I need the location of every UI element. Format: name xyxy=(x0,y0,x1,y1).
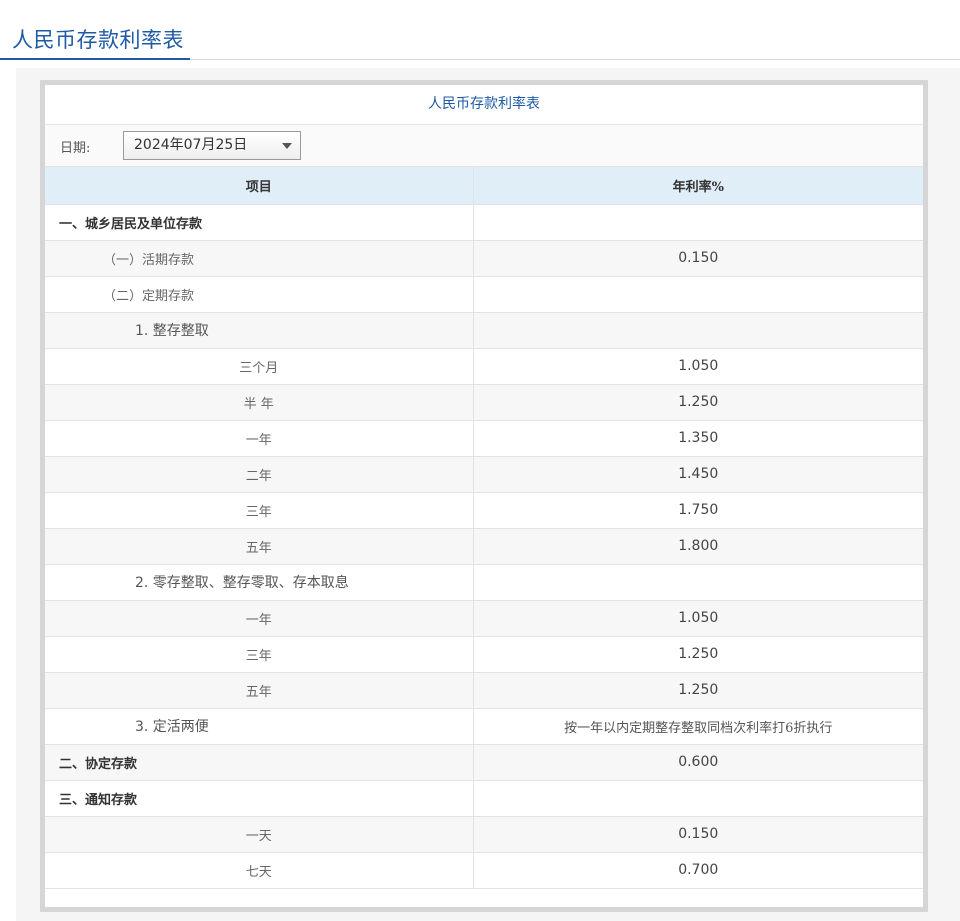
date-select[interactable]: 2024年07月25日 xyxy=(123,131,301,160)
row-label: 一年 xyxy=(45,600,474,637)
table-row: 2. 零存整取、整存零取、存本取息 xyxy=(45,564,923,601)
row-rate xyxy=(473,564,923,601)
table-row: 七天 0.700 xyxy=(45,852,923,889)
table-row: 二、协定存款 0.600 xyxy=(45,744,923,781)
row-label: 五年 xyxy=(45,528,474,565)
content-area: 人民币存款利率表 日期: 2024年07月25日 项目 年利率% 一、城乡居民及… xyxy=(16,68,960,921)
row-rate: 1.350 xyxy=(473,420,923,457)
table-row: 一天 0.150 xyxy=(45,816,923,853)
table-caption: 人民币存款利率表 xyxy=(45,85,923,125)
row-label: （一）活期存款 xyxy=(45,240,474,277)
row-label: 一、城乡居民及单位存款 xyxy=(45,204,474,241)
row-rate: 0.150 xyxy=(473,816,923,853)
date-select-value: 2024年07月25日 xyxy=(134,137,248,153)
row-rate: 0.600 xyxy=(473,744,923,781)
table-row: 五年 1.250 xyxy=(45,672,923,709)
page-title: 人民币存款利率表 xyxy=(12,28,184,52)
row-rate: 1.450 xyxy=(473,456,923,493)
chevron-down-icon xyxy=(282,143,292,149)
table-row: 三年 1.750 xyxy=(45,492,923,529)
row-rate: 1.800 xyxy=(473,528,923,565)
table-row: 三个月 1.050 xyxy=(45,348,923,385)
rate-table: 项目 年利率% 一、城乡居民及单位存款 （一）活期存款 0.150 （二）定期存款 1.… xyxy=(45,167,923,889)
header-item: 项目 xyxy=(45,167,474,205)
table-row: （二）定期存款 xyxy=(45,276,923,313)
date-bar: 日期: 2024年07月25日 xyxy=(45,125,923,167)
row-label: 五年 xyxy=(45,672,474,709)
row-rate: 按一年以内定期整存整取同档次利率打6折执行 xyxy=(473,708,923,745)
table-row: 半 年 1.250 xyxy=(45,384,923,421)
row-rate: 0.700 xyxy=(473,852,923,889)
rate-table-panel: 人民币存款利率表 日期: 2024年07月25日 项目 年利率% 一、城乡居民及… xyxy=(45,85,923,907)
row-label: 一天 xyxy=(45,816,474,853)
row-rate: 1.750 xyxy=(473,492,923,529)
row-rate xyxy=(473,312,923,349)
row-label: 3. 定活两便 xyxy=(45,708,474,745)
row-label: 七天 xyxy=(45,852,474,889)
row-rate: 1.050 xyxy=(473,600,923,637)
row-rate: 1.250 xyxy=(473,672,923,709)
date-label: 日期: xyxy=(60,141,91,156)
table-body: 一、城乡居民及单位存款 （一）活期存款 0.150 （二）定期存款 1. 整存整取 三个月… xyxy=(45,204,923,889)
row-label: 三年 xyxy=(45,636,474,673)
table-row: 一、城乡居民及单位存款 xyxy=(45,204,923,241)
row-label: 一年 xyxy=(45,420,474,457)
table-row: 1. 整存整取 xyxy=(45,312,923,349)
table-row: 五年 1.800 xyxy=(45,528,923,565)
row-label: 三、通知存款 xyxy=(45,780,474,817)
table-row: 三年 1.250 xyxy=(45,636,923,673)
row-rate: 1.250 xyxy=(473,384,923,421)
table-row: 一年 1.050 xyxy=(45,600,923,637)
table-row: 三、通知存款 xyxy=(45,780,923,817)
table-row: 二年 1.450 xyxy=(45,456,923,493)
table-row: 3. 定活两便 按一年以内定期整存整取同档次利率打6折执行 xyxy=(45,708,923,745)
row-rate xyxy=(473,204,923,241)
page-header: 人民币存款利率表 xyxy=(0,0,960,60)
row-rate xyxy=(473,780,923,817)
row-label: 三个月 xyxy=(45,348,474,385)
header-rate: 年利率% xyxy=(473,167,923,205)
row-rate: 0.150 xyxy=(473,240,923,277)
row-label: （二）定期存款 xyxy=(45,276,474,313)
row-label: 二、协定存款 xyxy=(45,744,474,781)
row-rate xyxy=(473,276,923,313)
row-label: 二年 xyxy=(45,456,474,493)
title-underline xyxy=(0,58,190,60)
table-header-row: 项目 年利率% xyxy=(45,167,923,205)
table-frame: 人民币存款利率表 日期: 2024年07月25日 项目 年利率% 一、城乡居民及… xyxy=(40,80,928,912)
row-label: 半 年 xyxy=(45,384,474,421)
table-row: 一年 1.350 xyxy=(45,420,923,457)
row-rate: 1.050 xyxy=(473,348,923,385)
row-label: 2. 零存整取、整存零取、存本取息 xyxy=(45,564,474,601)
row-label: 三年 xyxy=(45,492,474,529)
row-label: 1. 整存整取 xyxy=(45,312,474,349)
table-row: （一）活期存款 0.150 xyxy=(45,240,923,277)
row-rate: 1.250 xyxy=(473,636,923,673)
